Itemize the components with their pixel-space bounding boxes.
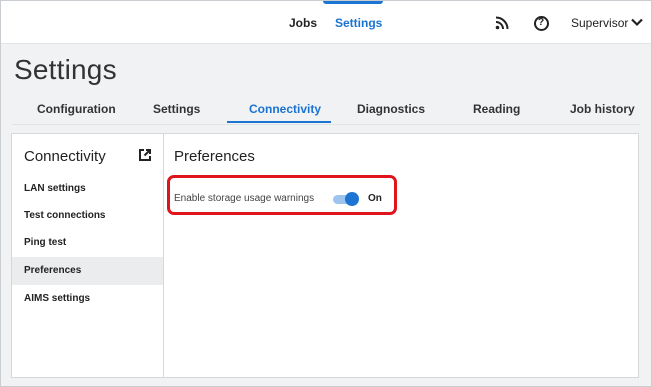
content-card: Connectivity LAN settings Test connectio… [11,133,639,378]
nav-settings[interactable]: Settings [335,16,382,30]
nav-jobs[interactable]: Jobs [289,16,317,30]
help-icon[interactable]: ? [532,14,550,32]
page-title: Settings [14,54,117,85]
tab-connectivity[interactable]: Connectivity [249,102,321,116]
active-tab-indicator [227,121,331,123]
tab-job-history[interactable]: Job history [570,102,635,116]
sidebar-item-test-connections[interactable]: Test connections [12,202,163,230]
tabs-divider [12,124,640,125]
sidebar-item-lan-settings[interactable]: LAN settings [12,175,163,203]
sidebar-item-ping-test[interactable]: Ping test [12,229,163,257]
sidebar-item-preferences[interactable]: Preferences [12,257,163,285]
rss-icon[interactable] [493,14,511,32]
user-menu-label[interactable]: Supervisor [571,16,628,30]
sidebar: Connectivity LAN settings Test connectio… [12,134,164,377]
sidebar-title: Connectivity [24,148,106,165]
chevron-down-icon[interactable] [630,15,644,29]
tab-configuration[interactable]: Configuration [37,102,116,116]
external-link-icon[interactable] [138,148,152,162]
top-bar: Jobs Settings ? Supervisor [1,1,651,44]
tab-reading[interactable]: Reading [473,102,520,116]
sidebar-item-aims-settings[interactable]: AIMS settings [12,285,163,313]
settings-tabs: Configuration Settings Connectivity Diag… [1,97,651,123]
active-nav-indicator [323,1,383,4]
section-title: Preferences [174,148,255,165]
help-glyph: ? [533,15,549,31]
highlight-box [167,175,397,215]
tab-diagnostics[interactable]: Diagnostics [357,102,425,116]
tab-settings[interactable]: Settings [153,102,200,116]
